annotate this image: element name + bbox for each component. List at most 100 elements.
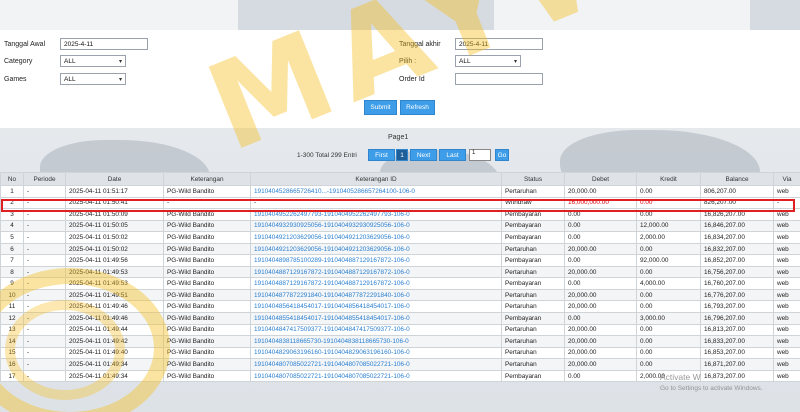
table-cell[interactable]: 1910404807085022721-1910404807085022721-… <box>250 369 502 383</box>
last-page-button[interactable]: Last <box>439 149 466 161</box>
category-label: Category <box>4 57 33 65</box>
table-cell: web <box>773 288 800 302</box>
table-cell: web <box>773 323 800 337</box>
table-cell: 2025-04-11 01:49:56 <box>65 254 164 267</box>
table-cell: web <box>773 219 800 233</box>
table-cell: 10 <box>0 288 24 302</box>
start-date-label: Tanggal Awal <box>4 40 46 48</box>
table-cell: 20,000.00 <box>564 242 637 256</box>
table-cell: web <box>773 242 800 256</box>
table-cell: Pertaruhan <box>501 185 565 198</box>
table-cell: 2,000.00 <box>636 231 701 244</box>
table-cell[interactable]: 1910404847417509377-1910404847417509377-… <box>250 323 502 337</box>
table-cell[interactable]: 1910404952262497793-1910404952262497793-… <box>250 208 502 221</box>
table-cell: - <box>23 231 66 244</box>
table-cell: - <box>23 369 66 383</box>
table-cell[interactable]: 1910404856418454017-1910404856418454017-… <box>250 300 502 313</box>
table-cell: PG-Wild Bandito <box>163 185 251 198</box>
table-cell: 2025-04-11 01:51:17 <box>65 185 164 198</box>
next-page-button[interactable]: Next <box>410 149 437 161</box>
table-cell: Pertaruhan <box>501 242 565 256</box>
table-cell: 4 <box>0 219 24 233</box>
submit-button[interactable]: Submit <box>364 100 397 115</box>
table-cell: PG-Wild Bandito <box>163 288 251 302</box>
games-select-value: ALL <box>64 75 76 83</box>
table-cell[interactable]: 1910404898785100289-1910404887129167872-… <box>250 254 502 267</box>
table-cell: - <box>23 358 66 371</box>
table-cell: 20,000.00 <box>564 288 637 302</box>
start-date-input[interactable]: 2025-4-11 <box>60 38 148 50</box>
activate-title: Activate W <box>660 372 701 382</box>
page-label: Page1 <box>388 134 409 141</box>
category-select[interactable]: ALL ▾ <box>60 55 126 67</box>
table-cell: 16,833,207.00 <box>700 335 774 348</box>
table-cell: 0.00 <box>564 231 637 244</box>
refresh-button[interactable]: Refresh <box>400 100 435 115</box>
table-cell: - <box>773 196 800 210</box>
table-cell: PG-Wild Bandito <box>163 219 251 233</box>
table-cell[interactable]: 1910404855418454017-1910404855418454017-… <box>250 312 502 325</box>
column-header: Via <box>773 172 800 186</box>
table-cell: PG-Wild Bandito <box>163 335 251 348</box>
table-cell: 16,853,207.00 <box>700 346 774 360</box>
table-cell: 0.00 <box>564 277 637 290</box>
table-cell[interactable]: 1910404807085022721-1910404807085022721-… <box>250 358 502 371</box>
table-cell: 2025-04-11 01:49:44 <box>65 323 164 337</box>
table-cell: - <box>23 208 66 221</box>
end-date-input[interactable]: 2025-4-11 <box>455 38 543 50</box>
top-strip <box>0 0 800 30</box>
column-header: Date <box>65 172 164 186</box>
table-row: 16-2025-04-11 01:49:34 PG-Wild Bandito 191… <box>0 358 800 371</box>
table-row: 6-2025-04-11 01:50:02 PG-Wild Bandito 1910… <box>0 242 800 256</box>
table-cell: - <box>23 323 66 337</box>
table-cell: web <box>773 369 800 383</box>
table-cell[interactable]: 1910404887129167872-1910404887129167872-… <box>250 277 502 290</box>
table-cell: - <box>23 219 66 233</box>
table-cell[interactable]: 1910404528665726410...-19104052866572641… <box>250 185 502 198</box>
table-cell: PG-Wild Bandito <box>163 277 251 290</box>
table-cell[interactable]: 1910404829063196160-1910404829063196160-… <box>250 346 502 360</box>
table-cell: Withdraw <box>501 196 565 210</box>
table-cell: - <box>23 312 66 325</box>
table-cell[interactable]: 1910404838118665730-1910404838118665730-… <box>250 335 502 348</box>
current-page-button[interactable]: 1 <box>396 149 408 161</box>
table-cell: Pertaruhan <box>501 288 565 302</box>
chevron-down-icon: ▾ <box>118 76 122 83</box>
table-row: 1-2025-04-11 01:51:17 PG-Wild Bandito 1910… <box>0 185 800 198</box>
table-cell: 8 <box>0 265 24 279</box>
table-cell: 0.00 <box>636 358 701 371</box>
go-button[interactable]: Go <box>495 149 509 161</box>
table-cell[interactable]: 1910404877872291840-1910404877872291840-… <box>250 288 502 302</box>
table-cell: 2025-04-11 01:49:53 <box>65 265 164 279</box>
table-cell: 806,207.00 <box>700 185 774 198</box>
table-cell[interactable]: 1910404921203629056-1910404921203629056-… <box>250 231 502 244</box>
table-cell: 16 <box>0 358 24 371</box>
first-page-button[interactable]: First <box>368 149 395 161</box>
table-cell: 16,793,207.00 <box>700 300 774 313</box>
order-id-input[interactable] <box>455 73 543 85</box>
table-cell: 2025-04-11 01:49:34 <box>65 369 164 383</box>
table-cell: 3,000.00 <box>636 312 701 325</box>
table-cell: 7 <box>0 254 24 267</box>
table-cell: 16,832,207.00 <box>700 242 774 256</box>
page-number-input[interactable]: 1 <box>469 149 491 161</box>
table-cell[interactable]: 1910404921203629056-1910404921203629056-… <box>250 242 502 256</box>
table-cell: - <box>23 242 66 256</box>
table-cell: 0.00 <box>636 242 701 256</box>
table-cell: 16,813,207.00 <box>700 323 774 337</box>
table-row: 13-2025-04-11 01:49:44 PG-Wild Bandito 191… <box>0 323 800 337</box>
table-cell: 2025-04-11 01:50:41 <box>65 196 164 210</box>
table-cell: PG-Wild Bandito <box>163 312 251 325</box>
activate-windows-notice: Activate W Go to Settings to activate Wi… <box>660 372 763 394</box>
pilih-select[interactable]: ALL ▾ <box>455 55 521 67</box>
table-cell: web <box>773 277 800 290</box>
table-cell: 2025-04-11 01:49:40 <box>65 346 164 360</box>
games-select[interactable]: ALL ▾ <box>60 73 126 85</box>
table-cell: PG-Wild Bandito <box>163 231 251 244</box>
table-cell[interactable]: 1910404887129167872-1910404887129167872-… <box>250 265 502 279</box>
table-cell[interactable]: 1910404932930925056-1910404932930925056-… <box>250 219 502 233</box>
table-cell: 0.00 <box>564 312 637 325</box>
table-cell: 2025-04-11 01:49:34 <box>65 358 164 371</box>
table-row: 14-2025-04-11 01:49:42 PG-Wild Bandito 191… <box>0 335 800 348</box>
table-cell: Pembayaran <box>501 219 565 233</box>
